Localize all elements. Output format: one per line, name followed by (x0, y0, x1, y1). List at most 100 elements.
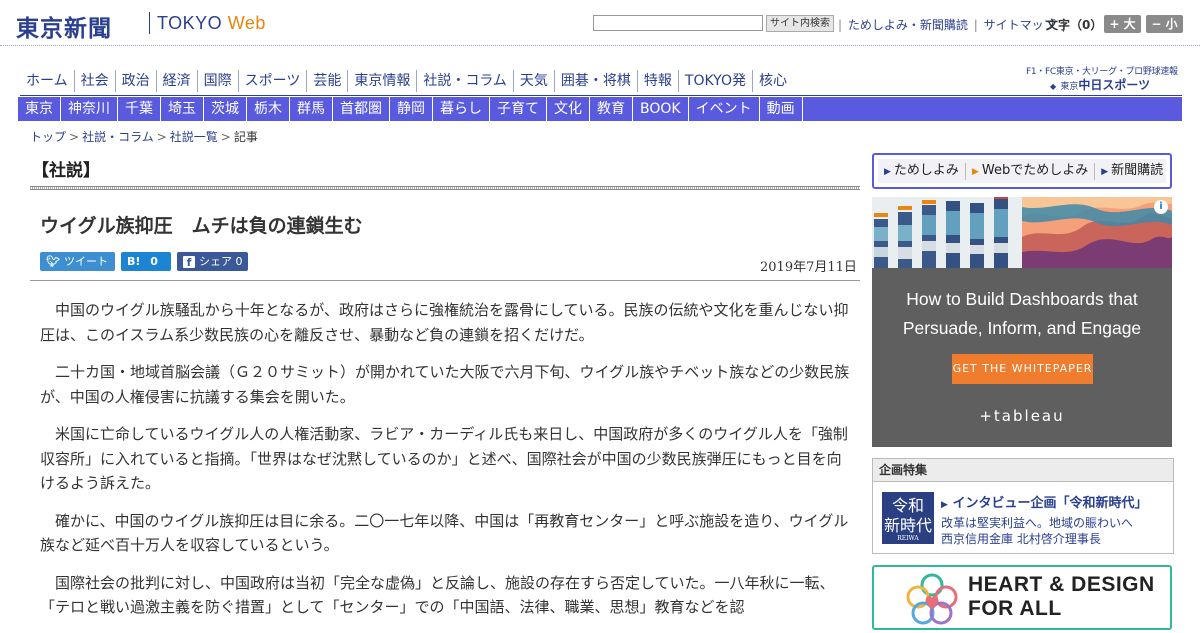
breadcrumb: トップ > 社説・コラム > 社説一覧 > 記事 (30, 128, 258, 145)
nav-region-item[interactable]: 動画 (760, 97, 803, 121)
nav-region-item[interactable]: 教育 (590, 97, 633, 121)
logo-divider (149, 12, 150, 34)
nav-region-item[interactable]: 千葉 (118, 97, 161, 121)
regional-nav: 東京 神奈川 千葉 埼玉 茨城 栃木 群馬 首都圏 静岡 暮らし 子育て 文化 … (18, 97, 1182, 121)
feature-title-link[interactable]: ▶ インタビュー企画「令和新時代」 (941, 492, 1147, 511)
nav-entertainment[interactable]: 芸能 (307, 70, 349, 92)
heart-design-icon (906, 573, 958, 625)
section-label: 【社説】 (32, 161, 100, 181)
nav-region-item[interactable]: 神奈川 (61, 97, 118, 121)
ad-headline: How to Build Dashboards that Persuade, I… (872, 285, 1172, 343)
subscribe-link[interactable]: ▶ 新聞購読 (1095, 163, 1169, 180)
breadcrumb-sep: > (69, 130, 80, 144)
breadcrumb-top[interactable]: トップ (30, 130, 66, 144)
breadcrumb-editorial-list[interactable]: 社説一覧 (170, 130, 218, 144)
link-separator: | (973, 18, 978, 32)
nav-weather[interactable]: 天気 (514, 70, 555, 92)
ad-headline-line1: How to Build Dashboards that (906, 289, 1138, 309)
feature-subtitle-line1: 改革は堅実利益へ。地域の賑わいへ (941, 516, 1134, 530)
facebook-share-button[interactable]: f シェア 0 (177, 252, 248, 271)
chunichi-prefix: 東京 (1060, 82, 1079, 92)
chunichi-name: 中日スポーツ (1078, 78, 1151, 92)
subscription-promo-box: ▶ ためしよみ ▶ Webでためしよみ ▶ 新聞購読 (872, 153, 1172, 189)
ad-info-icon[interactable]: i (1154, 200, 1168, 214)
trial-subscribe-link[interactable]: ためしよみ・新聞購読 (848, 18, 968, 32)
site-logo[interactable]: 東京新聞 (16, 9, 112, 43)
reiwa-logo-small: REIWA (897, 535, 919, 542)
article-body: 中国のウイグル族騒乱から十年となるが、政府はさらに強権統治を露骨にしている。民族… (40, 298, 850, 633)
feature-box: 企画特集 令和 新時代 REIWA ▶ インタビュー企画「令和新時代」 改革は堅… (872, 458, 1174, 554)
tableau-ad[interactable]: i How to Build Dashboards that Persuade,… (872, 197, 1172, 447)
heart-design-text: HEART & DESIGN FOR ALL (968, 573, 1155, 621)
twitter-icon: 🐦︎ (46, 255, 60, 268)
ad-cta-button[interactable]: GET THE WHITEPAPER (952, 354, 1093, 384)
web-trial-link[interactable]: ▶ Webでためしよみ (966, 162, 1096, 180)
primary-nav: ホーム 社会 政治 経済 国際 スポーツ 芸能 東京情報 社説・コラム 天気 囲… (20, 70, 793, 92)
heart-design-banner[interactable]: HEART & DESIGN FOR ALL (872, 565, 1172, 630)
nav-region-item[interactable]: 茨城 (204, 97, 247, 121)
nav-region-item[interactable]: 文化 (547, 97, 590, 121)
facebook-icon: f (183, 256, 195, 269)
breadcrumb-editorial-column[interactable]: 社説・コラム (82, 130, 154, 144)
site-search-button[interactable]: サイト内検索 (766, 15, 834, 32)
article-paragraph: 中国のウイグル族騒乱から十年となるが、政府はさらに強権統治を露骨にしている。民族… (40, 301, 849, 344)
font-bigger-button[interactable]: + 大 (1104, 15, 1141, 33)
feature-header: 企画特集 (873, 459, 1173, 482)
triangle-icon: ▶ (941, 500, 948, 510)
nav-tokyo-info[interactable]: 東京情報 (348, 70, 418, 92)
tableau-logo: +tableau (979, 407, 1065, 425)
font-smaller-button[interactable]: − 小 (1146, 15, 1183, 33)
reiwa-logo[interactable]: 令和 新時代 REIWA (882, 492, 934, 544)
facebook-share-count: 0 (235, 255, 243, 268)
article-headline: ウイグル族抑圧 ムチは負の連鎖生む (40, 215, 363, 237)
nav-region-item[interactable]: 群馬 (290, 97, 333, 121)
article-rule (30, 280, 860, 281)
link-separator: | (838, 18, 843, 32)
feature-subtitle[interactable]: 改革は堅実利益へ。地域の賑わいへ 西京信用金庫 北村啓介理事長 (941, 515, 1133, 547)
reiwa-logo-bottom: 新時代 (883, 516, 932, 535)
article-paragraph: 米国に亡命しているウイグル人の人権活動家、ラビア・カーディル氏も来日し、中国政府… (40, 425, 848, 492)
nav-core[interactable]: 核心 (753, 70, 793, 92)
hatena-icon: B! (127, 255, 141, 268)
nav-region-item[interactable]: BOOK (633, 97, 689, 121)
nav-region-item[interactable]: 子育て (490, 97, 547, 121)
nav-home[interactable]: ホーム (20, 70, 75, 92)
nav-region-item[interactable]: 埼玉 (161, 97, 204, 121)
ad-dashboard-graphic (872, 197, 1172, 268)
nav-special-report[interactable]: 特報 (638, 70, 679, 92)
tokyo-text: TOKYO (157, 13, 223, 33)
heart-design-line1: HEART & DESIGN (968, 573, 1155, 596)
hatena-count: 0 (150, 255, 158, 268)
arrow-right-icon: ▶ (1101, 166, 1109, 177)
hatena-bookmark-button[interactable]: B! 0 (121, 252, 171, 271)
site-header: 東京新聞 TOKYO Web サイト内検索 | ためしよみ・新聞購読 | サイト… (0, 0, 1200, 46)
nav-editorial-column[interactable]: 社説・コラム (417, 70, 514, 92)
chunichi-sports-link[interactable]: ◆ 東京中日スポーツ (1050, 76, 1180, 92)
nav-region-item[interactable]: 静岡 (390, 97, 433, 121)
nav-region-item[interactable]: 暮らし (433, 97, 490, 121)
ad-headline-line2: Persuade, Inform, and Engage (902, 318, 1142, 338)
trial-link[interactable]: ▶ ためしよみ (878, 162, 966, 180)
article-date: 2019年7月11日 (760, 260, 857, 275)
sitemap-link[interactable]: サイトマップ (984, 18, 1056, 32)
nav-divider (20, 95, 1182, 96)
feature-subtitle-line2: 西京信用金庫 北村啓介理事長 (941, 532, 1101, 546)
nav-region-item[interactable]: イベント (689, 97, 760, 121)
chunichi-bullet-icon: ◆ (1050, 82, 1057, 91)
nav-region-item[interactable]: 栃木 (247, 97, 290, 121)
tweet-button[interactable]: 🐦︎ ツイート (40, 252, 115, 271)
arrow-right-icon: ▶ (884, 166, 891, 177)
nav-society[interactable]: 社会 (75, 70, 116, 92)
nav-sports[interactable]: スポーツ (239, 70, 308, 92)
tweet-label: ツイート (63, 255, 108, 268)
nav-go-shogi[interactable]: 囲碁・将棋 (555, 70, 638, 92)
search-input[interactable] (593, 15, 763, 31)
nav-region-item[interactable]: 東京 (18, 97, 61, 121)
nav-international[interactable]: 国際 (198, 70, 239, 92)
breadcrumb-sep: > (156, 130, 167, 144)
nav-tokyo-hatsu[interactable]: TOKYO発 (679, 70, 753, 92)
tokyo-web-logo[interactable]: TOKYO Web (157, 13, 266, 34)
nav-politics[interactable]: 政治 (116, 70, 157, 92)
nav-region-item[interactable]: 首都圏 (333, 97, 390, 121)
nav-economy[interactable]: 経済 (157, 70, 198, 92)
